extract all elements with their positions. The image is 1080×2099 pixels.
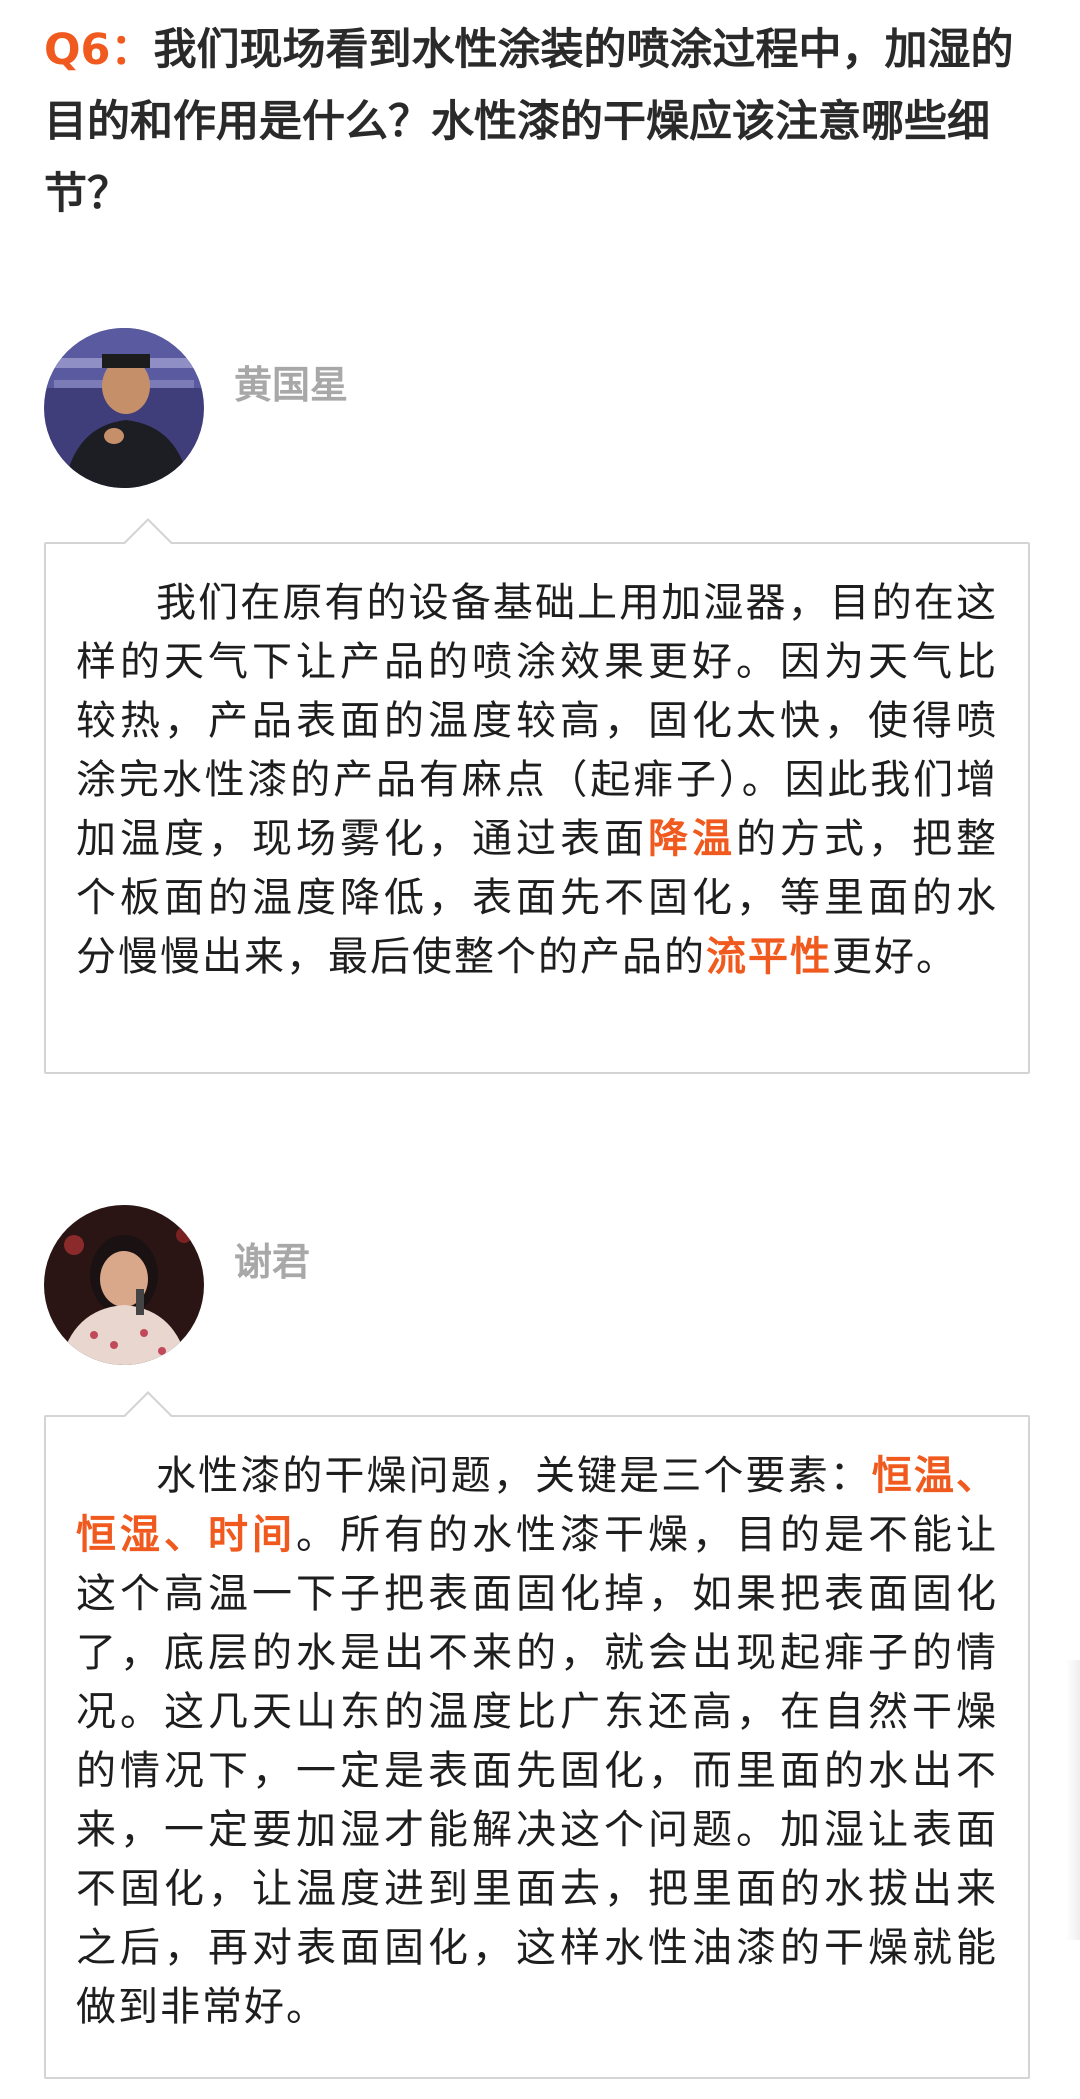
speaker-photo-woman-icon	[44, 1205, 204, 1365]
question-heading: Q6：我们现场看到水性涂装的喷涂过程中，加湿的目的和作用是什么？水性漆的干燥应该…	[44, 14, 1044, 230]
highlight-leveling: 流平性	[706, 934, 832, 980]
highlight-cooling: 降温	[648, 816, 736, 862]
edge-shadow	[1066, 1660, 1080, 1940]
answer-text: 水性漆的干燥问题，关键是三个要素：恒温、恒湿、时间。所有的水性漆干燥，目的是不能…	[76, 1447, 998, 2037]
answer-text-segment: 。所有的水性漆干燥，目的是不能让这个高温一下子把表面固化掉，如果把表面固化了，底…	[76, 1512, 998, 2030]
answer-text-segment: 水性漆的干燥问题，关键是三个要素：	[156, 1453, 872, 1499]
question-text: 我们现场看到水性涂装的喷涂过程中，加湿的目的和作用是什么？水性漆的干燥应该注意哪…	[44, 25, 1014, 219]
question-label: Q6：	[44, 25, 154, 75]
answer-text-segment: 更好。	[832, 934, 958, 980]
speaker-name: 谢君	[234, 1240, 311, 1284]
speaker-photo-man-icon	[44, 328, 204, 488]
answer-bubble: 我们在原有的设备基础上用加湿器，目的在这样的天气下让产品的喷涂效果更好。因为天气…	[44, 518, 1030, 1074]
speaker-name: 黄国星	[234, 363, 349, 407]
answer-text: 我们在原有的设备基础上用加湿器，目的在这样的天气下让产品的喷涂效果更好。因为天气…	[76, 574, 998, 987]
answer-bubble: 水性漆的干燥问题，关键是三个要素：恒温、恒湿、时间。所有的水性漆干燥，目的是不能…	[44, 1391, 1030, 2079]
